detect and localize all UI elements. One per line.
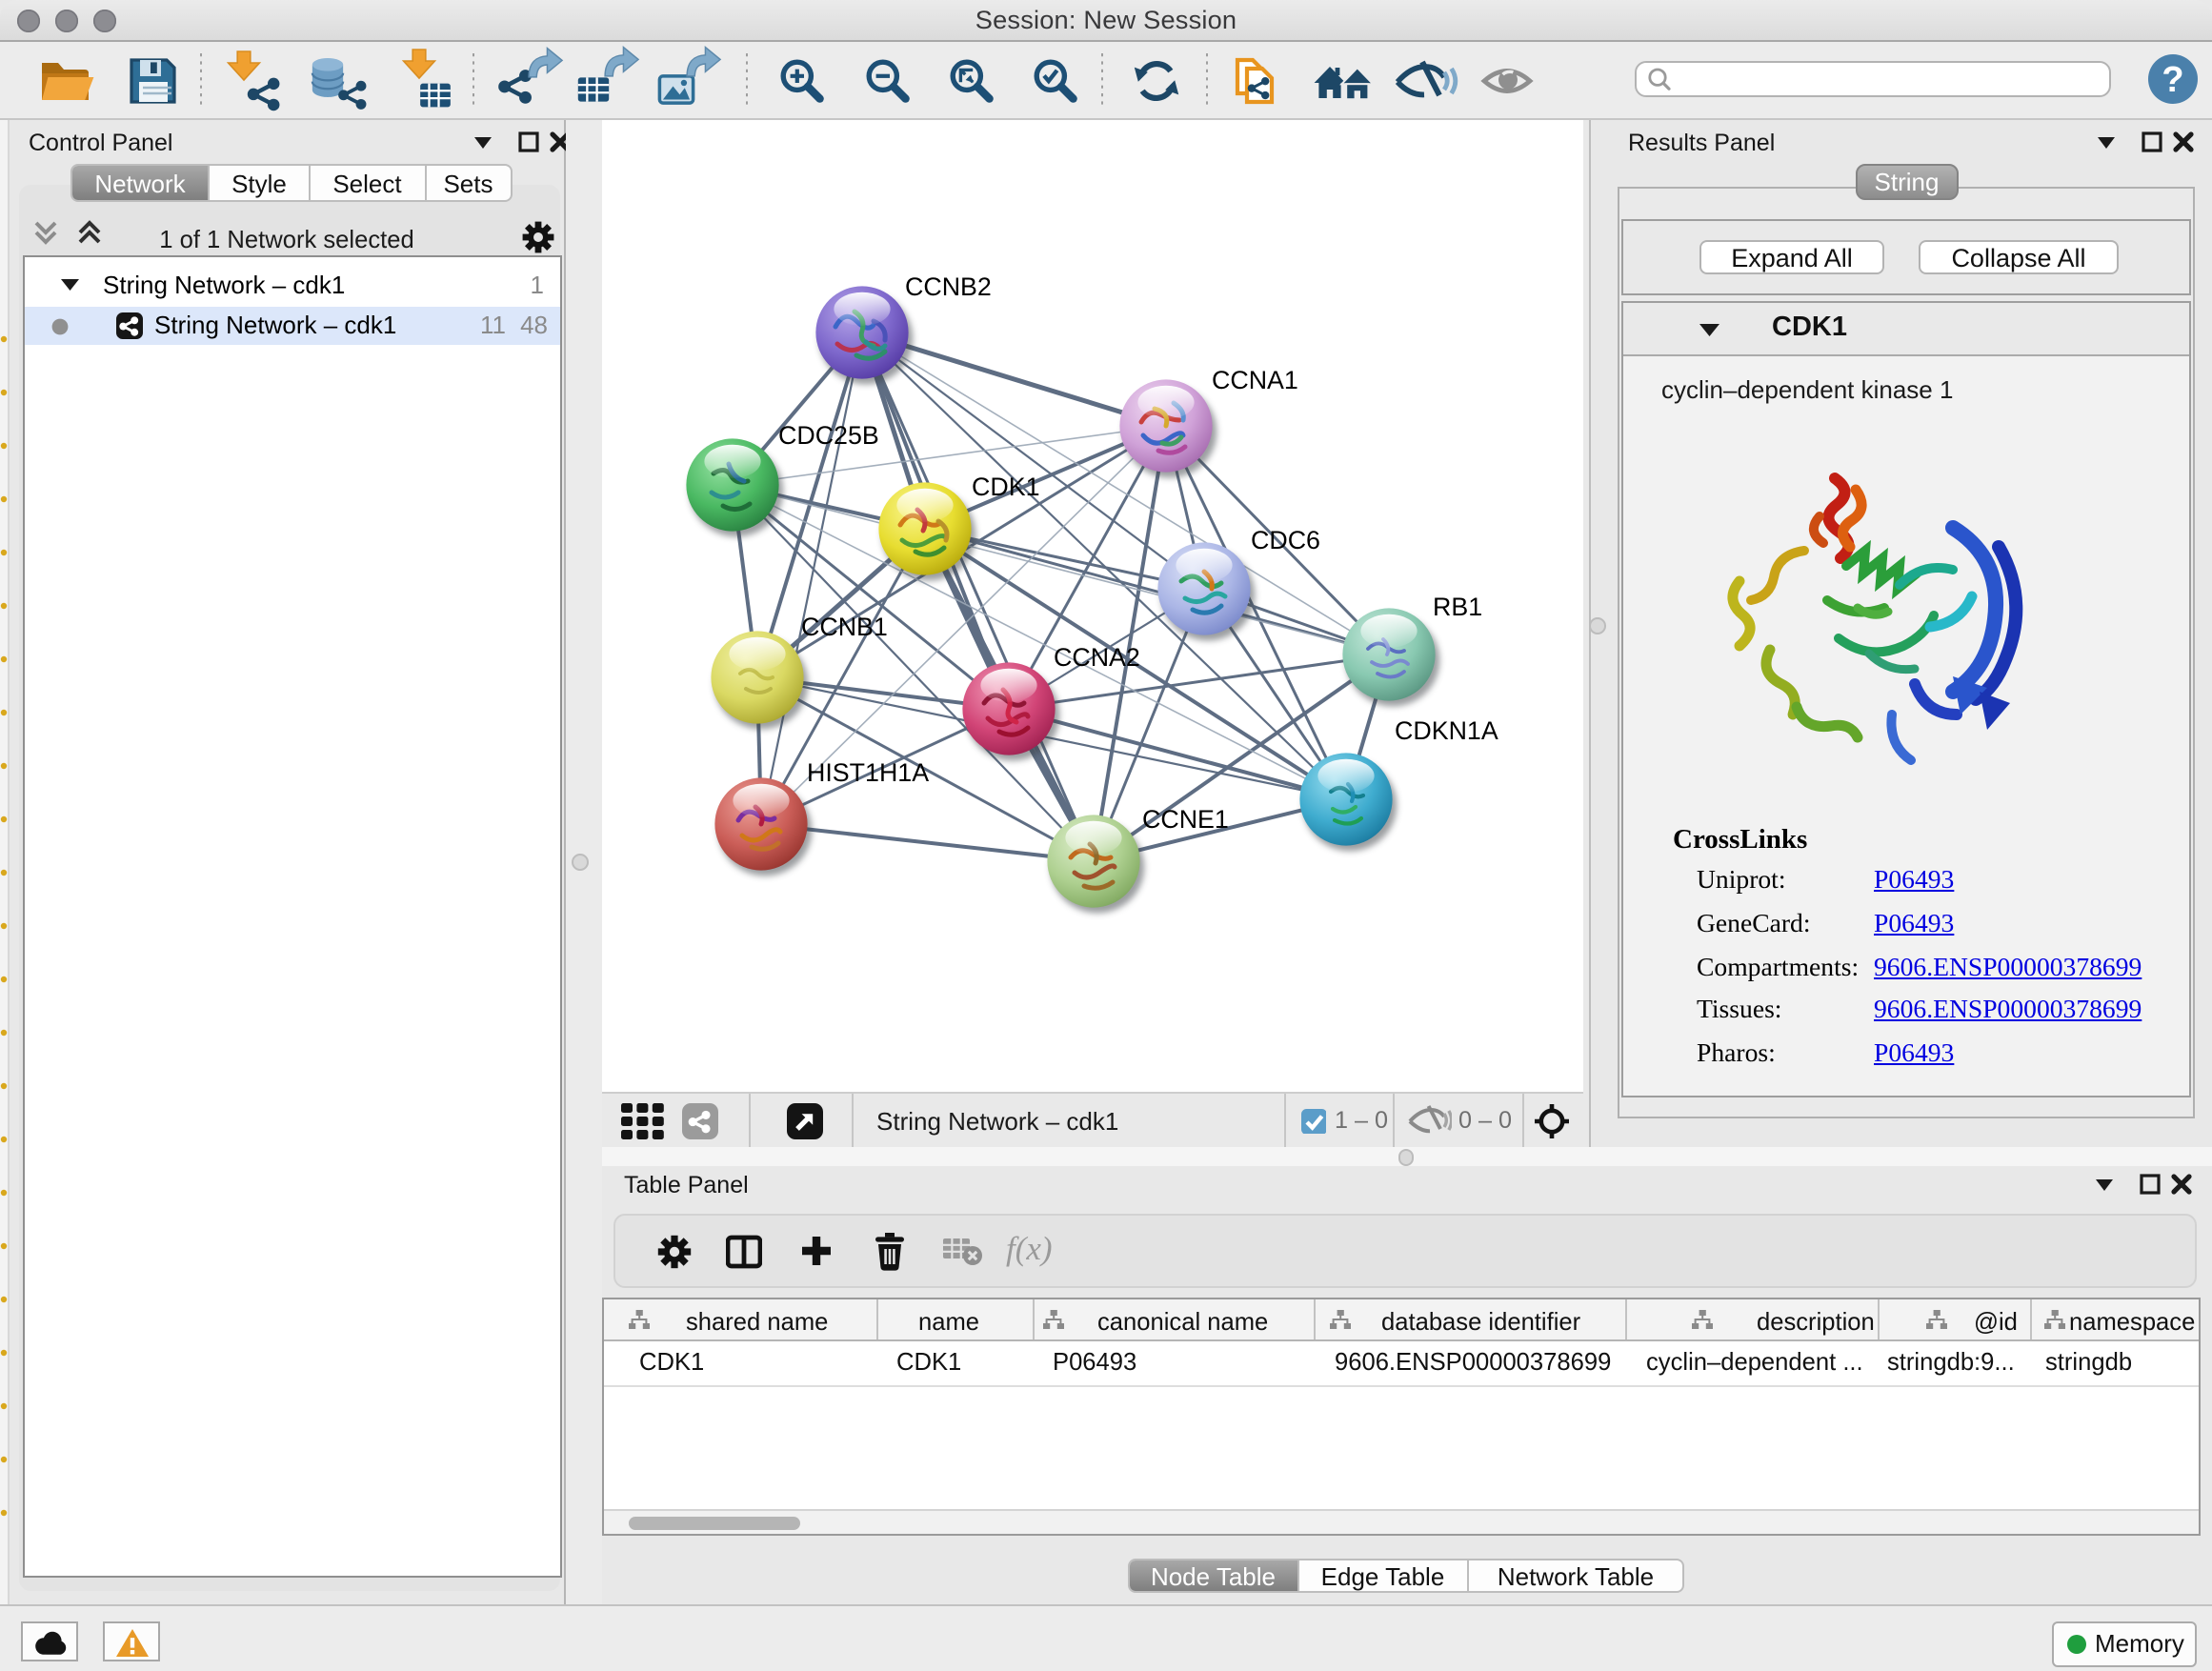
svg-text:CDC25B: CDC25B [777,421,878,450]
svg-text:CCNB1: CCNB1 [800,613,887,641]
svg-text:RB1: RB1 [1432,593,1481,621]
svg-text:CDK1: CDK1 [971,473,1038,501]
svg-text:CCNB2: CCNB2 [904,272,991,301]
svg-text:CDKN1A: CDKN1A [1394,716,1498,745]
svg-text:CDC6: CDC6 [1250,526,1319,554]
svg-text:CCNA1: CCNA1 [1211,366,1297,394]
svg-text:?: ? [2162,60,2183,100]
svg-text:CCNA2: CCNA2 [1053,643,1139,672]
svg-text:HIST1H1A: HIST1H1A [806,758,928,787]
svg-text:CCNE1: CCNE1 [1141,805,1228,834]
